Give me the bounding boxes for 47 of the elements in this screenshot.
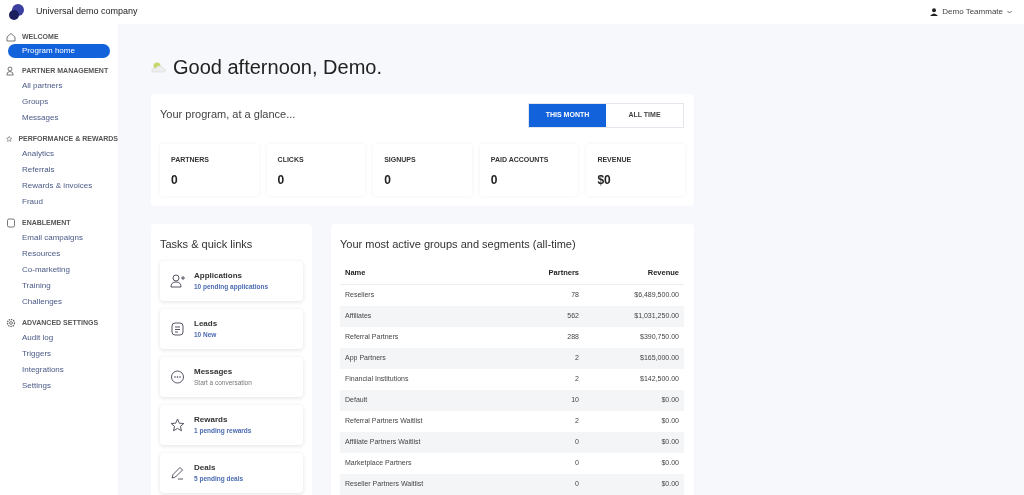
card-title: Tasks & quick links <box>160 237 254 252</box>
sidebar-item[interactable]: Integrations <box>8 362 110 378</box>
sidebar-item[interactable]: Challenges <box>8 294 110 310</box>
quick-link-title: Deals <box>194 461 217 474</box>
sidebar-item[interactable]: Fraud <box>8 194 110 210</box>
quick-link-title: Leads <box>194 317 218 330</box>
document-icon <box>6 218 16 228</box>
sidebar-item[interactable]: Referrals <box>8 162 110 178</box>
cloud-sun-icon <box>151 61 167 73</box>
caret-icon <box>1007 10 1012 14</box>
chat-icon <box>170 369 185 384</box>
user-menu[interactable]: Demo Teammate <box>930 6 1012 18</box>
sidebar-item[interactable]: Rewards & invoices <box>8 178 110 194</box>
greeting-heading: Good afternoon, Demo. <box>173 55 382 80</box>
sidebar-item[interactable]: Training <box>8 278 110 294</box>
sidebar-item[interactable]: Audit log <box>8 330 110 346</box>
sidebar-item[interactable]: Analytics <box>8 146 110 162</box>
sidebar-item[interactable]: Email campaigns <box>8 230 110 246</box>
home-icon <box>6 32 16 42</box>
stat-value: 0 <box>490 171 499 189</box>
quick-link-title: Rewards <box>194 413 229 426</box>
sidebar-item[interactable]: Messages <box>8 110 110 126</box>
stat-value: 0 <box>384 171 392 189</box>
sidebar-item[interactable]: Groups <box>8 94 110 110</box>
star-icon <box>6 134 13 144</box>
sidebar-item[interactable]: All partners <box>8 78 110 94</box>
person-icon <box>6 66 16 76</box>
stat-value: 0 <box>171 171 179 189</box>
sidebar-item[interactable]: Program home <box>8 44 110 58</box>
pen-icon <box>170 465 185 480</box>
list-icon <box>170 321 185 336</box>
card-title: Your most active groups and segments (all-time) <box>340 237 577 252</box>
card-title: Your program, at a glance... <box>160 107 296 122</box>
logo-icon <box>8 3 24 21</box>
quick-link-title: Applications <box>194 269 243 282</box>
sidebar-item[interactable]: Resources <box>8 246 110 262</box>
company-name: Universal demo company <box>36 5 138 19</box>
sidebar-item[interactable]: Triggers <box>8 346 110 362</box>
settings-icon <box>6 318 16 328</box>
stat-value: 0 <box>277 171 286 189</box>
person-add-icon <box>170 273 185 288</box>
star-icon <box>170 417 185 432</box>
quick-link-title: Messages <box>194 365 234 378</box>
stat-value: $0 <box>597 171 612 189</box>
user-icon <box>930 8 939 16</box>
sidebar-item[interactable]: Settings <box>8 378 110 394</box>
sidebar-item[interactable]: Co-marketing <box>8 262 110 278</box>
